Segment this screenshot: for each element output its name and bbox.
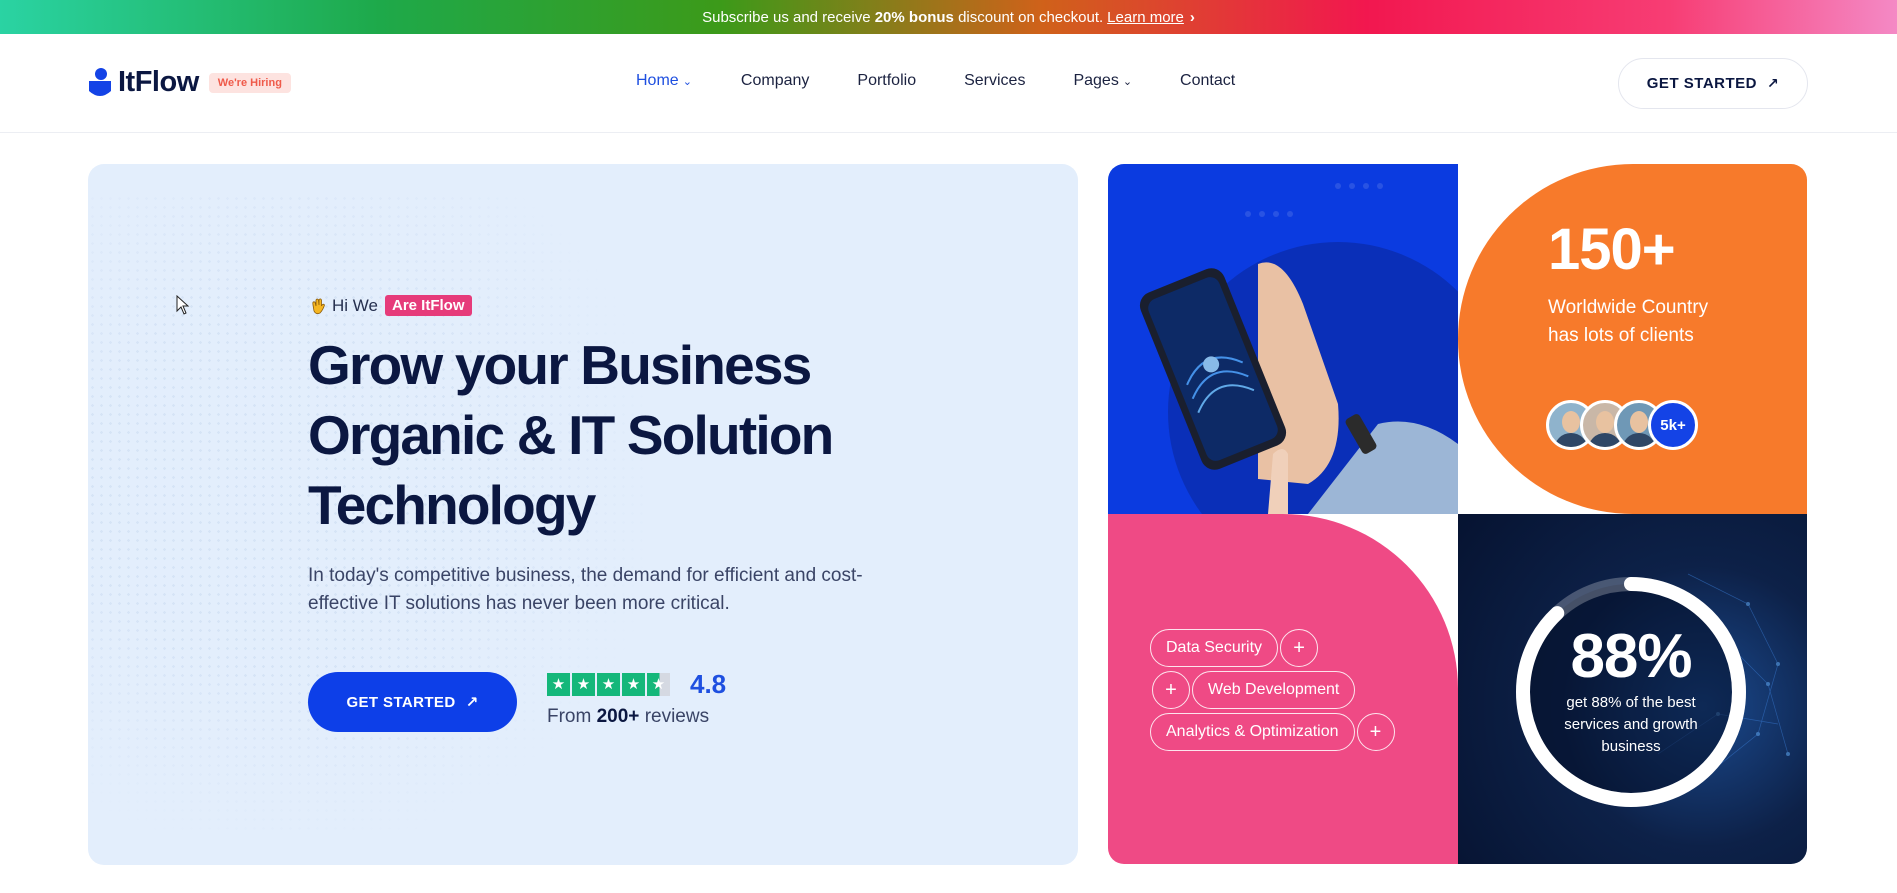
hiring-badge[interactable]: We're Hiring (208, 72, 291, 93)
avatar-more-count: 5k+ (1648, 400, 1698, 450)
stats-tile: 150+ Worldwide Country has lots of client… (1458, 164, 1807, 514)
waving-hand-icon (308, 296, 328, 316)
star-icon: ★ (622, 673, 645, 696)
hero-greeting: Hi We Are ItFlow (308, 295, 472, 316)
stat-value: 150+ (1548, 217, 1676, 282)
star-icon: ★ (597, 673, 620, 696)
learn-more-link[interactable]: Learn more (1107, 9, 1184, 26)
hero-get-started-button[interactable]: GET STARTED ↗ (308, 672, 517, 732)
chevron-down-icon: ⌄ (682, 75, 692, 88)
arrow-up-right-icon: ↗ (465, 694, 479, 711)
reviews-count: From 200+ reviews (547, 706, 710, 727)
nav-services[interactable]: Services (964, 72, 1025, 90)
mouse-cursor-icon (176, 295, 190, 315)
trustpilot-stars: ★ ★ ★ ★ ★ 4.8 (547, 669, 726, 700)
hero-description: In today's competitive business, the dem… (308, 565, 863, 614)
phone-image-tile (1108, 164, 1458, 514)
header-get-started-button[interactable]: GET STARTED ↗ (1618, 58, 1808, 109)
feature-grid: 150+ Worldwide Country has lots of client… (1108, 164, 1807, 864)
logo-icon (88, 67, 112, 99)
half-star-icon: ★ (647, 673, 670, 696)
plus-icon[interactable]: + (1356, 713, 1395, 751)
main-nav: Home ⌄ Company Portfolio Services Pages ⌄ … (636, 72, 1235, 90)
progress-description: get 88% of the best services and growth bu… (1564, 694, 1698, 755)
site-header: ItFlow We're Hiring Home ⌄ Company Portfo… (0, 34, 1897, 133)
logo[interactable]: ItFlow We're Hiring (88, 66, 291, 99)
hero-panel: Hi We Are ItFlow Grow your Business Orga… (88, 164, 1078, 865)
chevron-right-icon: › (1189, 8, 1195, 26)
nav-contact[interactable]: Contact (1180, 72, 1235, 90)
chevron-down-icon: ⌄ (1122, 75, 1133, 88)
client-avatars: 5k+ (1546, 400, 1698, 450)
plus-icon[interactable]: + (1280, 629, 1319, 667)
nav-portfolio[interactable]: Portfolio (857, 72, 916, 90)
plus-icon[interactable]: + (1152, 671, 1190, 709)
services-tile: Data Security + + Web Development Analyt… (1108, 514, 1458, 864)
stat-description: Worldwide Country has lots of clients (1548, 297, 1709, 346)
tag-analytics-optimization[interactable]: Analytics & Optimization (1150, 713, 1355, 751)
rating-score: 4.8 (690, 669, 727, 699)
tag-web-development[interactable]: Web Development (1192, 671, 1356, 709)
hero-title: Grow your Business Organic & IT Solution… (308, 334, 834, 536)
progress-text: 88% get 88% of the best services and grow… (1511, 572, 1751, 812)
tag-data-security[interactable]: Data Security (1150, 629, 1279, 667)
progress-tile: 88% get 88% of the best services and grow… (1458, 514, 1807, 864)
hand-holding-phone-image (1139, 183, 1458, 514)
logo-text: ItFlow (118, 66, 199, 98)
promo-bar: Subscribe us and receive 20% bonus disco… (0, 0, 1897, 34)
rating-block: ★ ★ ★ ★ ★ 4.8 From 200+ reviews (547, 669, 726, 728)
arrow-up-right-icon: ↗ (1767, 75, 1780, 91)
nav-company[interactable]: Company (741, 72, 809, 90)
promo-text: Subscribe us and receive 20% bonus disco… (702, 8, 1104, 26)
star-icon: ★ (572, 673, 595, 696)
service-tags: Data Security + + Web Development Analyt… (1150, 629, 1397, 755)
star-icon: ★ (547, 673, 570, 696)
greeting-text: Hi We (332, 295, 378, 315)
greeting-badge: Are ItFlow (384, 295, 472, 316)
nav-pages[interactable]: Pages ⌄ (1073, 72, 1132, 90)
nav-home[interactable]: Home ⌄ (636, 72, 692, 90)
progress-value: 88% (1570, 622, 1692, 691)
